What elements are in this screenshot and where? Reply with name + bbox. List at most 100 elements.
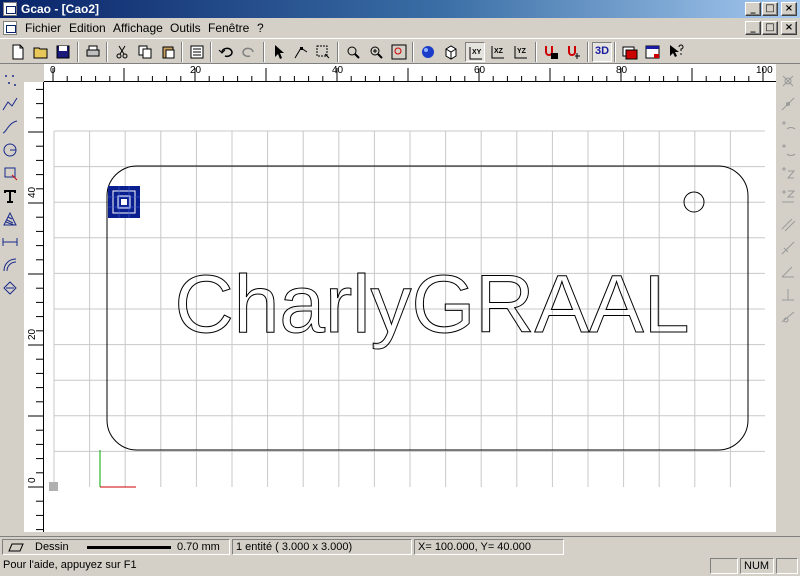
origin-handle[interactable] <box>49 482 58 491</box>
render-button[interactable] <box>418 42 438 62</box>
ruler-label-40: 40 <box>332 65 344 76</box>
polyline-tool[interactable] <box>0 93 20 115</box>
num-indicator: NUM <box>740 558 774 574</box>
line-width-value: 0.70 mm <box>177 541 220 553</box>
hatch-tool[interactable] <box>0 208 20 230</box>
window-select-button[interactable] <box>313 42 333 62</box>
snap-grid-button[interactable] <box>541 42 561 62</box>
perpendicular-icon <box>782 289 794 301</box>
maximize-button[interactable]: □ <box>762 2 778 16</box>
menu-help[interactable]: ? <box>257 21 264 35</box>
ruler-corner <box>24 64 44 82</box>
text-tool[interactable] <box>0 185 20 207</box>
view-xz-button[interactable]: XZ <box>488 42 508 62</box>
point-tool[interactable] <box>0 70 20 92</box>
scroll-indicator <box>776 558 798 574</box>
view-xy-button[interactable]: XY <box>465 42 485 62</box>
redo-button[interactable] <box>239 42 259 62</box>
toolbar-separator <box>337 42 339 62</box>
tangent-tool[interactable] <box>778 306 798 328</box>
save-button[interactable] <box>53 42 73 62</box>
window-select-icon <box>316 45 330 59</box>
ruler-label-80: 80 <box>616 65 628 76</box>
copy-button[interactable] <box>135 42 155 62</box>
toolbar-separator <box>263 42 265 62</box>
child-close-button[interactable]: × <box>781 21 797 35</box>
zoom-window-button[interactable] <box>343 42 363 62</box>
horizontal-ruler[interactable]: 0 20 40 60 80 100 <box>44 64 776 82</box>
cut-button[interactable] <box>112 42 132 62</box>
node-edit-icon <box>294 47 308 59</box>
snap-end-tool[interactable] <box>778 70 798 92</box>
ruler-label-100: 100 <box>756 65 773 76</box>
trim-tool[interactable] <box>778 237 798 259</box>
help-text: Pour l'aide, appuyez sur F1 <box>3 559 137 571</box>
toolbar-separator <box>77 42 79 62</box>
menu-fichier[interactable]: Fichier <box>25 21 61 35</box>
sphere-icon <box>422 46 434 58</box>
selection-marker[interactable] <box>108 186 140 218</box>
box-view-button[interactable] <box>441 42 461 62</box>
zoom-in-button[interactable] <box>366 42 386 62</box>
node-edit-button[interactable] <box>291 42 311 62</box>
polyline-icon <box>2 97 18 111</box>
pro3d-button[interactable] <box>643 42 663 62</box>
toolbar-separator <box>181 42 183 62</box>
angle-tool[interactable] <box>778 260 798 282</box>
view-3d-label: 3D <box>595 45 610 57</box>
z-up-icon <box>782 121 796 130</box>
drawing-canvas[interactable]: CharlyGRAAL <box>44 82 776 532</box>
menu-edition[interactable]: Edition <box>69 21 106 35</box>
curve-tool[interactable] <box>0 116 20 138</box>
view-yz-button[interactable]: YZ <box>511 42 531 62</box>
view-3d-button[interactable]: 3D <box>592 42 612 62</box>
minimize-button[interactable]: _ <box>745 2 761 16</box>
layers-button[interactable] <box>620 42 640 62</box>
snap-mid-tool[interactable] <box>778 93 798 115</box>
new-file-button[interactable] <box>8 42 28 62</box>
undo-button[interactable] <box>216 42 236 62</box>
z-num-tool[interactable] <box>778 185 798 207</box>
paste-button[interactable] <box>158 42 178 62</box>
print-icon <box>86 45 100 57</box>
rectangle-tool[interactable] <box>0 162 20 184</box>
dimension-tool[interactable] <box>0 231 20 253</box>
print-button[interactable] <box>83 42 103 62</box>
fill-bucket-icon <box>3 281 17 295</box>
perpendicular-tool[interactable] <box>778 283 798 305</box>
toolbar-separator <box>106 42 108 62</box>
child-maximize-button[interactable]: □ <box>762 21 778 35</box>
vertical-ruler-ticks <box>28 88 43 531</box>
axis-xz-icon: XZ <box>491 46 504 59</box>
magnet-grid-icon <box>545 46 558 59</box>
z-plus-tool[interactable] <box>778 116 798 138</box>
app-icon[interactable] <box>3 2 17 16</box>
parallel-tool[interactable] <box>778 214 798 236</box>
z-minus-tool[interactable] <box>778 139 798 161</box>
close-button[interactable]: × <box>781 2 797 16</box>
undo-icon <box>218 47 233 58</box>
toolbar-separator <box>535 42 537 62</box>
hatch-icon <box>3 211 17 226</box>
magnet-point-icon <box>568 46 580 59</box>
circle-tool[interactable] <box>0 139 20 161</box>
child-minimize-button[interactable]: _ <box>745 21 761 35</box>
open-button[interactable] <box>31 42 51 62</box>
context-help-button[interactable] <box>666 42 686 62</box>
properties-button[interactable] <box>187 42 207 62</box>
menu-fenetre[interactable]: Fenêtre <box>208 21 249 35</box>
fill-tool[interactable] <box>0 277 20 299</box>
menu-outils[interactable]: Outils <box>170 21 201 35</box>
vertical-ruler[interactable]: 40 20 0 <box>24 82 44 532</box>
z-level-tool[interactable] <box>778 162 798 184</box>
zoom-all-button[interactable] <box>389 42 409 62</box>
scissors-icon <box>116 45 128 59</box>
offset-tool[interactable] <box>0 254 20 276</box>
select-arrow-button[interactable] <box>269 42 289 62</box>
engraved-text[interactable]: CharlyGRAAL <box>174 259 690 351</box>
menu-affichage[interactable]: Affichage <box>113 21 163 35</box>
document-icon[interactable] <box>3 21 17 35</box>
axis-xy-icon: XY <box>469 47 482 60</box>
snap-point-button[interactable] <box>564 42 584 62</box>
layer-pane[interactable]: Dessin 0.70 mm <box>2 539 230 555</box>
